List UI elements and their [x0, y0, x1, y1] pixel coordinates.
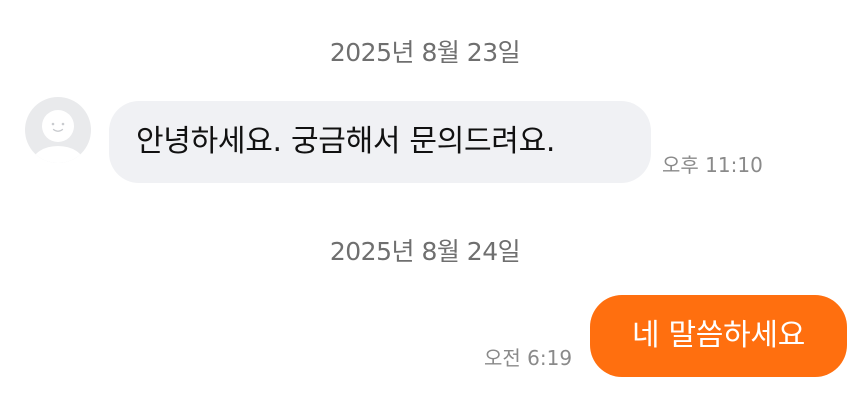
- incoming-message-bubble[interactable]: 안녕하세요. 궁금해서 문의드려요.: [109, 101, 651, 183]
- default-profile-icon: [32, 110, 84, 163]
- date-separator: 2025년 8월 23일: [329, 38, 521, 67]
- outgoing-message-bubble[interactable]: 네 말씀하세요: [590, 295, 847, 377]
- date-separator: 2025년 8월 24일: [329, 237, 521, 266]
- sender-avatar[interactable]: [25, 97, 91, 163]
- message-timestamp: 오전 6:19: [484, 346, 573, 370]
- message-timestamp: 오후 11:10: [662, 153, 763, 177]
